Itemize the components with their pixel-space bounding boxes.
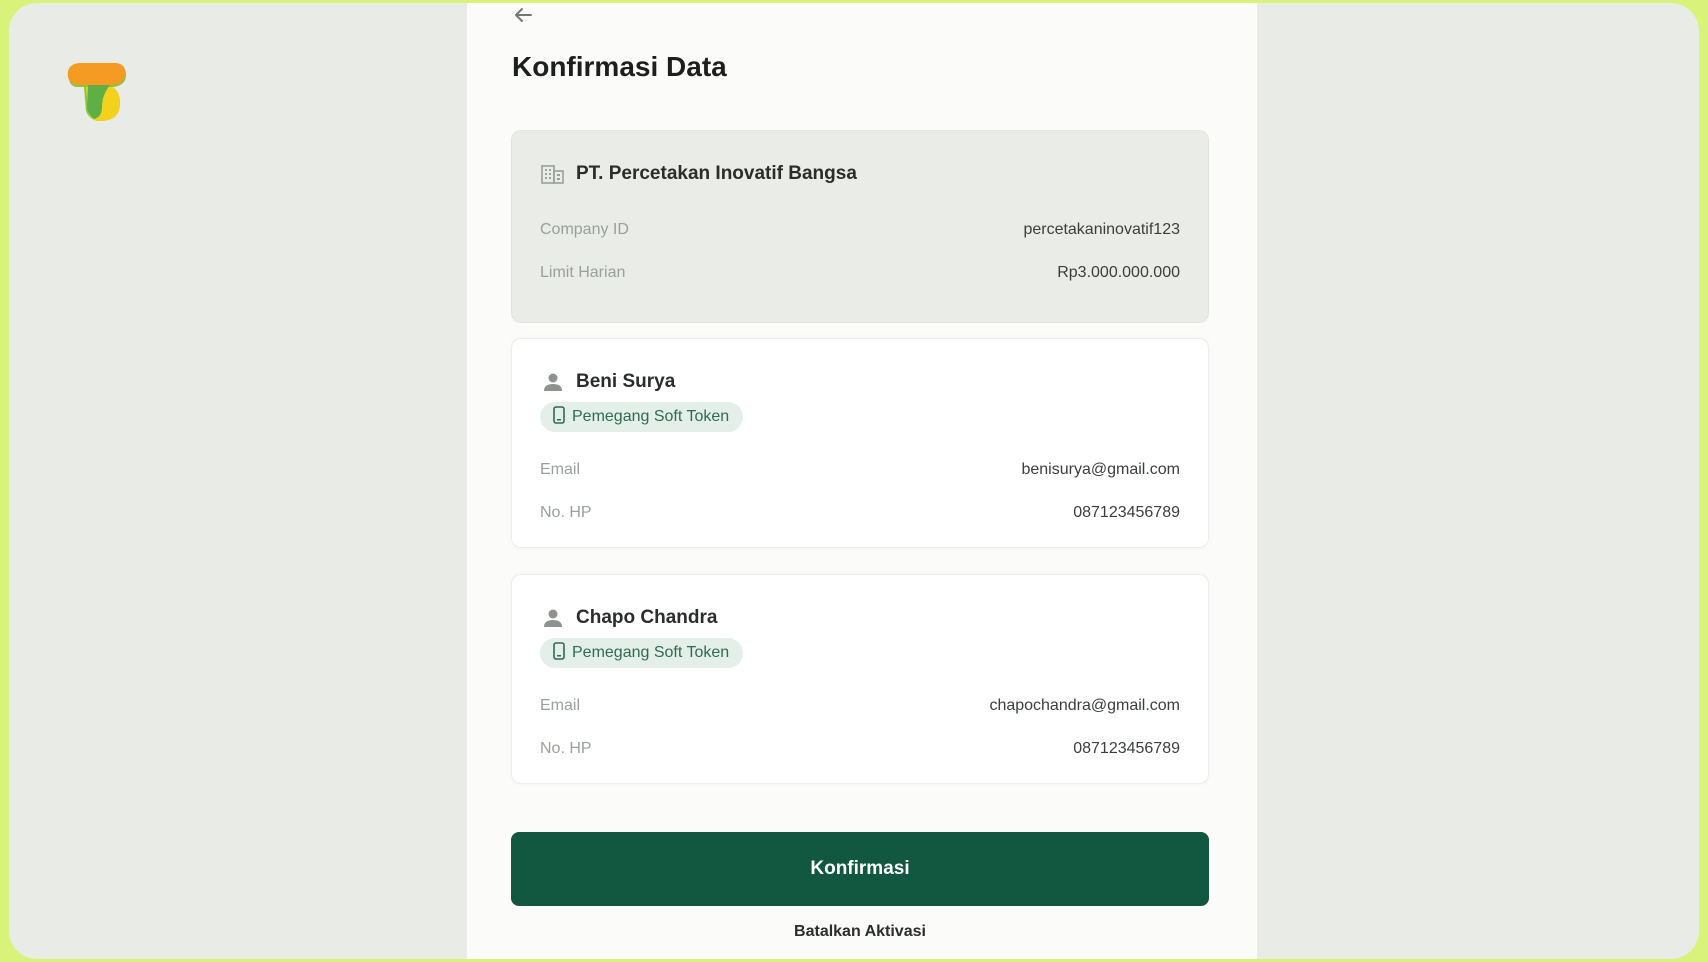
- soft-token-badge: Pemegang Soft Token: [540, 402, 744, 432]
- phone-label: No. HP: [540, 504, 592, 521]
- user-card-beni: Beni Surya Pemegang Soft Token Email ben…: [511, 338, 1209, 548]
- building-icon: [540, 163, 566, 185]
- company-id-value: percetakaninovatif123: [1023, 221, 1180, 238]
- email-row: Email chapochandra@gmail.com: [540, 697, 1180, 715]
- confirmation-panel: Konfirmasi Data PT. Percetakan Inovatif …: [467, 3, 1257, 959]
- phone-label: No. HP: [540, 740, 592, 757]
- badge-label: Pemegang Soft Token: [572, 408, 730, 425]
- email-label: Email: [540, 697, 581, 714]
- app-frame: Konfirmasi Data PT. Percetakan Inovatif …: [9, 3, 1699, 959]
- page-title: Konfirmasi Data: [512, 51, 727, 82]
- email-row: Email benisurya@gmail.com: [540, 461, 1180, 479]
- email-value: benisurya@gmail.com: [1021, 461, 1180, 478]
- phone-value: 087123456789: [1073, 504, 1180, 521]
- company-id-row: Company ID percetakaninovatif123: [540, 221, 1180, 239]
- user-icon: [540, 371, 566, 393]
- company-card: PT. Percetakan Inovatif Bangsa Company I…: [511, 130, 1209, 323]
- user-header: Chapo Chandra: [540, 607, 717, 629]
- user-header: Beni Surya: [540, 371, 675, 393]
- badge-label: Pemegang Soft Token: [572, 644, 730, 661]
- user-icon: [540, 607, 566, 629]
- daily-limit-value: Rp3.000.000.000: [1057, 264, 1180, 281]
- cancel-activation-link[interactable]: Batalkan Aktivasi: [511, 923, 1209, 941]
- email-label: Email: [540, 461, 581, 478]
- phone-row: No. HP 087123456789: [540, 504, 1180, 522]
- user-card-chapo: Chapo Chandra Pemegang Soft Token Email …: [511, 574, 1209, 784]
- phone-icon: [552, 641, 566, 665]
- brand-logo: [67, 63, 126, 121]
- user-name: Beni Surya: [576, 371, 676, 392]
- phone-row: No. HP 087123456789: [540, 740, 1180, 758]
- daily-limit-row: Limit Harian Rp3.000.000.000: [540, 264, 1180, 282]
- email-value: chapochandra@gmail.com: [989, 697, 1180, 714]
- user-name: Chapo Chandra: [576, 607, 718, 628]
- back-arrow-icon[interactable]: [511, 3, 539, 27]
- phone-value: 087123456789: [1073, 740, 1180, 757]
- daily-limit-label: Limit Harian: [540, 264, 626, 281]
- company-header: PT. Percetakan Inovatif Bangsa: [540, 163, 857, 185]
- confirm-button[interactable]: Konfirmasi: [511, 832, 1209, 906]
- phone-icon: [552, 405, 566, 429]
- soft-token-badge: Pemegang Soft Token: [540, 638, 744, 668]
- company-id-label: Company ID: [540, 221, 629, 238]
- company-name: PT. Percetakan Inovatif Bangsa: [576, 163, 857, 184]
